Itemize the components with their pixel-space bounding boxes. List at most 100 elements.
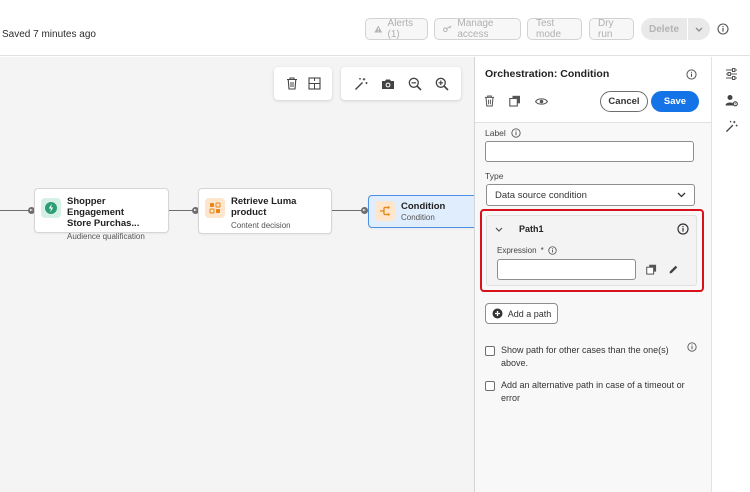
content-decision-icon — [205, 198, 225, 218]
manage-access-button[interactable]: Manage access — [434, 18, 521, 40]
node-title: Store Purchas... — [67, 218, 140, 229]
auto-arrange-button[interactable] — [350, 73, 372, 95]
node-content-decision[interactable]: Retrieve Luma product Content decision — [198, 188, 332, 234]
timeout-path-label-line2: error — [501, 393, 521, 403]
node-subtitle: Condition — [401, 213, 435, 222]
dry-run-button[interactable]: Dry run — [589, 18, 634, 40]
condition-icon — [375, 201, 395, 221]
path-name: Path1 — [519, 224, 544, 234]
alerts-label: Alerts (1) — [387, 18, 414, 40]
other-cases-info-button[interactable] — [687, 342, 697, 355]
trash-icon — [286, 77, 297, 90]
magic-wand-icon — [725, 120, 738, 132]
node-audience-qualification[interactable]: Shopper Engagement Store Purchas... Audi… — [34, 188, 169, 241]
zoom-in-icon — [435, 77, 449, 91]
duplicate-icon — [646, 264, 657, 275]
timeout-path-checkbox[interactable] — [485, 381, 495, 391]
screenshot-button[interactable] — [377, 73, 399, 95]
info-icon — [677, 223, 689, 235]
canvas-edit-toolbar — [274, 67, 332, 100]
manage-access-label: Manage access — [457, 18, 494, 40]
chevron-down-icon — [677, 192, 686, 198]
required-marker: * — [540, 246, 544, 255]
properties-panel: Orchestration: Condition Cancel Save Lab… — [474, 57, 711, 492]
delete-node-button[interactable] — [281, 73, 303, 95]
other-cases-label-line2: above. — [501, 358, 529, 368]
other-cases-checkbox[interactable] — [485, 346, 495, 356]
type-select[interactable]: Data source condition — [486, 184, 695, 206]
profile-rail-button[interactable] — [722, 91, 740, 109]
other-cases-label-line1: Show path for other cases than the one(s… — [501, 345, 669, 355]
zoom-out-button[interactable] — [404, 73, 426, 95]
info-icon — [686, 69, 697, 80]
collapse-path-button[interactable] — [495, 224, 503, 236]
type-select-value: Data source condition — [495, 189, 587, 201]
layout-icon — [308, 77, 321, 90]
label-field-label: Label — [485, 128, 521, 138]
node-title: Shopper Engagement — [67, 196, 125, 218]
test-mode-label: Test mode — [536, 18, 562, 40]
add-path-label: Add a path — [507, 308, 552, 319]
journey-info-button[interactable] — [717, 23, 729, 38]
edit-expression-button[interactable] — [668, 264, 679, 278]
connector-port[interactable] — [361, 207, 368, 214]
user-settings-icon — [725, 94, 738, 106]
properties-rail-button[interactable] — [722, 65, 740, 83]
expression-label: Expression * — [497, 246, 557, 255]
canvas-view-toolbar — [341, 67, 461, 100]
zoom-out-icon — [408, 77, 422, 91]
eye-icon — [534, 97, 549, 105]
node-title: Retrieve Luma — [231, 196, 297, 207]
key-icon — [443, 25, 452, 33]
zoom-in-button[interactable] — [431, 73, 453, 95]
connector-line — [332, 210, 364, 211]
test-mode-button[interactable]: Test mode — [527, 18, 582, 40]
preview-button[interactable] — [534, 97, 549, 109]
lightning-badge-icon — [45, 202, 57, 214]
dry-run-label: Dry run — [598, 18, 614, 40]
branch-icon — [380, 206, 390, 216]
delete-button[interactable]: Delete — [641, 18, 688, 40]
chevron-down-icon — [695, 27, 703, 32]
journey-canvas[interactable]: Shopper Engagement Store Purchas... Audi… — [0, 57, 474, 492]
label-text: Label — [485, 128, 506, 138]
node-subtitle: Content decision — [231, 221, 291, 230]
copy-activity-button[interactable] — [509, 95, 521, 110]
chevron-down-icon — [495, 227, 503, 232]
path-info-button[interactable] — [677, 223, 689, 238]
right-rail — [711, 57, 750, 492]
trash-icon — [484, 95, 495, 107]
pencil-icon — [669, 265, 678, 274]
delete-more-button[interactable] — [688, 18, 710, 40]
sliders-icon — [725, 68, 737, 80]
info-icon[interactable] — [511, 128, 521, 138]
timeout-path-label: Add an alternative path in case of a tim… — [501, 379, 685, 405]
connector-line — [0, 210, 30, 211]
info-icon[interactable] — [548, 246, 557, 255]
top-bar: Saved 7 minutes ago Alerts (1) Manage ac… — [0, 0, 750, 56]
other-cases-label: Show path for other cases than the one(s… — [501, 344, 669, 370]
node-title: Condition — [401, 201, 446, 212]
connector-line — [169, 210, 194, 211]
info-icon — [687, 342, 697, 352]
copy-expression-button[interactable] — [646, 264, 657, 278]
panel-info-button[interactable] — [686, 69, 697, 83]
alert-icon — [374, 25, 383, 33]
cancel-button[interactable]: Cancel — [600, 91, 648, 112]
delete-activity-button[interactable] — [484, 95, 495, 110]
panel-title: Orchestration: Condition — [485, 68, 610, 80]
decision-grid-icon — [209, 202, 221, 214]
duplicate-icon — [509, 95, 520, 107]
duplicate-node-button[interactable] — [304, 73, 326, 95]
save-button[interactable]: Save — [651, 91, 699, 112]
add-path-button[interactable]: Add a path — [485, 303, 558, 324]
alerts-button[interactable]: Alerts (1) — [365, 18, 428, 40]
expression-label-text: Expression — [497, 246, 537, 255]
node-condition[interactable]: Condition Condition — [368, 195, 474, 228]
magic-rail-button[interactable] — [722, 117, 740, 135]
panel-header: Orchestration: Condition Cancel Save — [475, 57, 711, 122]
expression-input[interactable] — [497, 259, 636, 280]
label-input[interactable] — [485, 141, 694, 162]
delete-button-group: Delete — [641, 18, 710, 40]
add-circle-icon — [492, 308, 503, 319]
